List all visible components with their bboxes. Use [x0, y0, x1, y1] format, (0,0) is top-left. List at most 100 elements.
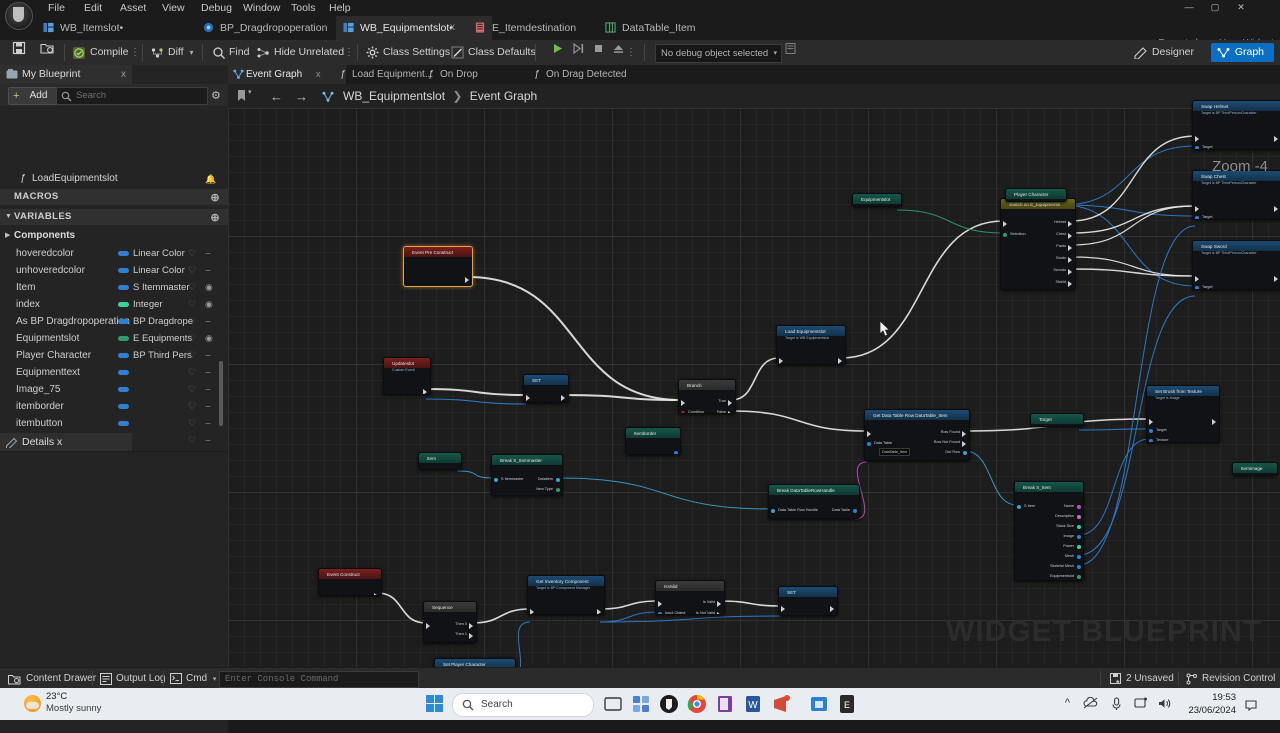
exec-output-pin[interactable] — [1068, 221, 1072, 227]
graph-node[interactable]: SETItem — [523, 374, 569, 403]
function-row-loadequipmentslot[interactable]: ƒ LoadEquipmentslot 🔔 — [0, 171, 228, 187]
bell-icon[interactable]: ♡ — [188, 415, 196, 432]
breadcrumb-root[interactable]: WB_Equipmentslot — [343, 89, 445, 103]
chrome-icon[interactable] — [686, 693, 708, 715]
bell-icon[interactable]: ♡ — [188, 381, 196, 398]
section-variables[interactable]: ▼ VARIABLES ⊕ — [0, 209, 228, 225]
exec-input-pin[interactable] — [658, 601, 662, 607]
graph-node[interactable]: Target — [1030, 413, 1084, 427]
maximize-button[interactable]: ▢ — [1202, 0, 1228, 15]
eye-closed-icon[interactable]: ⌣ — [205, 432, 211, 449]
data-output-pin[interactable] — [674, 451, 678, 454]
data-output-pin[interactable] — [556, 488, 560, 492]
unsaved-button[interactable]: 2 Unsaved — [1110, 668, 1174, 689]
data-input-pin[interactable] — [867, 442, 871, 446]
exec-input-pin[interactable] — [530, 609, 534, 614]
menu-view[interactable]: View — [156, 0, 191, 16]
asset-tab-wb-itemslot[interactable]: WB_Itemslot• — [36, 16, 220, 40]
graph-canvas[interactable]: Event Pre Construct Is Design Time Updates… — [228, 100, 1280, 667]
category-components[interactable]: ▶ Components — [0, 227, 228, 244]
eye-closed-icon[interactable]: ⌣ — [205, 415, 211, 432]
chevron-down-icon[interactable]: ▼ — [5, 209, 12, 225]
stop-button[interactable] — [588, 40, 608, 65]
eye-closed-icon[interactable]: ⌣ — [205, 398, 211, 415]
graph-tab-event-graph[interactable]: Event Graph x — [228, 65, 346, 84]
add-variable-icon[interactable]: ⊕ — [210, 210, 220, 226]
exec-output-pin[interactable] — [561, 395, 565, 401]
bell-icon[interactable]: ♡ — [188, 398, 196, 415]
graph-node[interactable]: Get Data Table Row DataTable_Item Data Ta… — [864, 409, 970, 461]
data-input-pin[interactable] — [494, 478, 498, 482]
exec-output-pin[interactable] — [1212, 419, 1216, 425]
epic-icon[interactable]: E — [836, 693, 858, 715]
data-output-pin[interactable] — [1077, 545, 1081, 549]
find-button[interactable]: Find — [212, 40, 249, 65]
variable-row[interactable]: Image_75 ♡ ⌣ — [0, 381, 228, 398]
graph-node[interactable]: Itemborder — [625, 427, 681, 455]
data-input-pin[interactable] — [681, 411, 685, 413]
chevron-up-icon[interactable]: ^ — [1065, 697, 1070, 709]
graph-node[interactable]: Break DataTableRowHandle Data Table Row H… — [768, 484, 860, 519]
unreal-icon[interactable] — [658, 693, 680, 715]
bookmark-button[interactable]: ▾ — [236, 89, 252, 107]
data-input-pin[interactable] — [1195, 286, 1199, 289]
data-output-pin[interactable] — [1077, 565, 1081, 569]
save-button[interactable] — [8, 40, 30, 65]
exec-output-pin[interactable] — [1068, 269, 1072, 275]
data-input-pin[interactable] — [1003, 233, 1007, 237]
exec-output-pin[interactable] — [597, 609, 601, 614]
eye-closed-icon[interactable]: ⌣ — [205, 381, 211, 398]
start-button[interactable] — [426, 695, 444, 713]
onenote-icon[interactable] — [714, 693, 736, 715]
panel-settings-gear-icon[interactable]: ⚙ — [211, 89, 221, 102]
graph-node[interactable]: Swap Helmet Target is BP ThirdPersonChara… — [1192, 100, 1280, 150]
bell-icon[interactable]: ♡ — [188, 313, 196, 330]
graph-node[interactable]: Swap Chest Target is BP ThirdPersonCharac… — [1192, 170, 1280, 220]
exec-input-pin[interactable] — [867, 431, 871, 437]
menu-help[interactable]: Help — [323, 0, 357, 16]
forward-button[interactable]: → — [295, 89, 308, 104]
volume-icon[interactable] — [1158, 697, 1172, 713]
data-output-pin[interactable] — [1077, 515, 1081, 519]
menu-window[interactable]: Window — [237, 0, 286, 16]
data-input-pin[interactable] — [658, 612, 662, 614]
graph-node[interactable]: Set Brush from Texture Target is Image Tar… — [1146, 385, 1220, 443]
widgets-icon[interactable] — [630, 693, 652, 715]
details-tab[interactable]: Details x — [0, 433, 132, 451]
exec-input-pin[interactable] — [1195, 206, 1199, 212]
debug-filter-button[interactable] — [780, 40, 800, 65]
hide-unrelated-button[interactable]: Hide Unrelated — [256, 40, 344, 65]
microphone-icon[interactable] — [1111, 697, 1122, 714]
graph-tab-on-drag-detected[interactable]: ƒ On Drag Detected — [528, 65, 651, 84]
exec-output-pin[interactable] — [1068, 281, 1072, 287]
eject-button[interactable] — [608, 40, 628, 65]
exec-output-pin[interactable] — [469, 623, 473, 629]
variable-row[interactable]: Equipmentslot E Equipments ♡ ◉ — [0, 330, 228, 347]
store-icon[interactable] — [808, 693, 830, 715]
bell-icon[interactable]: ♡ — [188, 330, 196, 347]
data-output-pin[interactable] — [963, 451, 967, 455]
taskbar-search-input[interactable]: Search — [452, 693, 594, 717]
class-settings-button[interactable]: Class Settings — [365, 40, 450, 65]
bell-icon[interactable]: ♡ — [188, 262, 196, 279]
browse-content-button[interactable] — [36, 40, 58, 65]
variable-row[interactable]: itemborder ♡ ⌣ — [0, 398, 228, 415]
variable-row[interactable]: As BP Dragdropoperation BP Dragdrope ♡ ⌣ — [0, 313, 228, 330]
node-value-field[interactable]: DataTable_Item — [879, 448, 911, 456]
exec-output-pin[interactable] — [1068, 257, 1072, 263]
data-output-pin[interactable] — [1077, 555, 1081, 559]
data-input-pin[interactable] — [1149, 439, 1153, 442]
menu-tools[interactable]: Tools — [285, 0, 322, 16]
graph-node[interactable]: IsValid Input Object Is Valid Is Not Valid — [655, 580, 725, 615]
bell-icon[interactable]: ♡ — [188, 245, 196, 262]
exec-output-pin[interactable] — [1274, 276, 1278, 282]
eye-closed-icon[interactable]: ⌣ — [205, 245, 211, 262]
eye-icon[interactable]: ◉ — [205, 296, 213, 313]
exec-output-pin[interactable] — [465, 277, 469, 283]
bell-icon[interactable]: ♡ — [188, 432, 196, 449]
bell-icon[interactable]: ♡ — [188, 296, 196, 313]
play-button[interactable] — [546, 40, 568, 65]
node-extra-label[interactable]: Is Design Time — [434, 286, 459, 287]
eye-closed-icon[interactable]: ⌣ — [205, 347, 211, 364]
cloud-icon[interactable] — [1083, 696, 1098, 712]
